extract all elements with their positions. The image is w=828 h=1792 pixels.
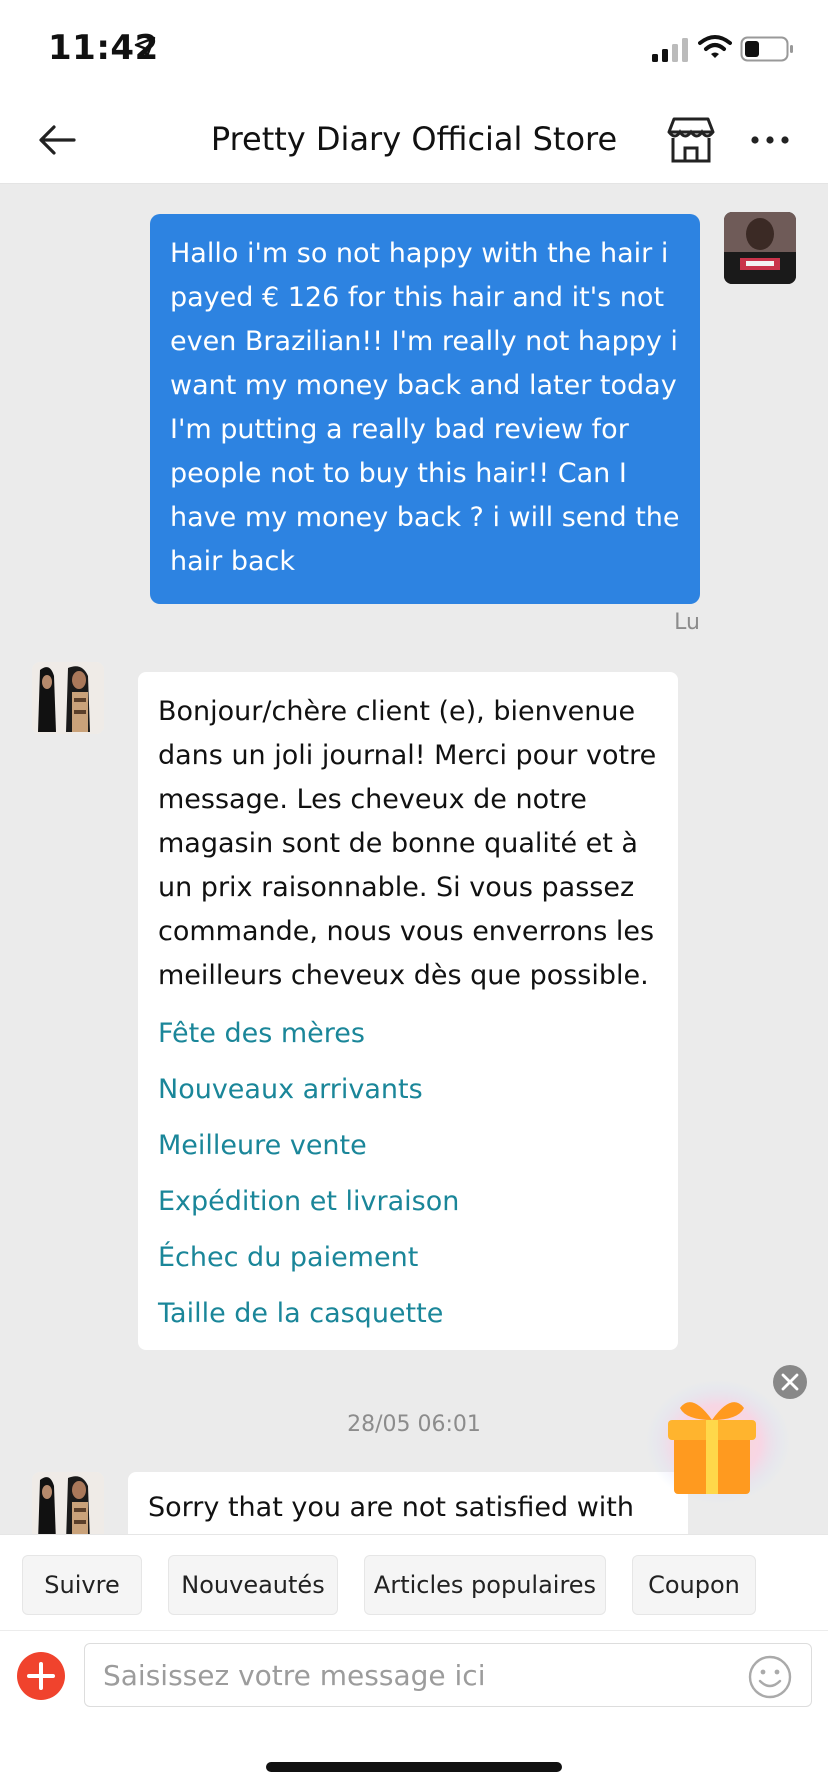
status-bar: 11:42 — [0, 0, 828, 96]
gift-icon[interactable] — [640, 1380, 790, 1510]
back-arrow-icon[interactable] — [36, 118, 80, 162]
store-avatar-image — [32, 1472, 104, 1534]
read-status: Lu — [674, 610, 700, 635]
link-nouveaux-arrivants[interactable]: Nouveaux arrivants — [158, 1062, 658, 1118]
store-reply-message[interactable]: Bonjour/chère client (e), bienvenue dans… — [138, 672, 678, 1350]
store-icon[interactable] — [666, 116, 716, 164]
add-attachment-button[interactable] — [16, 1651, 66, 1701]
location-arrow-icon — [134, 36, 156, 58]
store-reply-text: Bonjour/chère client (e), bienvenue dans… — [158, 696, 657, 991]
store-avatar[interactable] — [32, 662, 104, 734]
link-taille-casquette[interactable]: Taille de la casquette — [158, 1286, 658, 1342]
message-input-bar — [0, 1630, 828, 1722]
outgoing-message[interactable]: Hallo i'm so not happy with the hair i p… — [150, 214, 700, 604]
chat-header: Pretty Diary Official Store — [0, 96, 828, 184]
wifi-icon — [698, 35, 732, 58]
quick-replies: Suivre Nouveautés Articles populaires Co… — [0, 1534, 828, 1630]
emoji-icon[interactable] — [748, 1655, 792, 1699]
page-title: Pretty Diary Official Store — [210, 120, 618, 158]
user-avatar-image — [724, 212, 796, 284]
link-meilleure-vente[interactable]: Meilleure vente — [158, 1118, 658, 1174]
chip-nouveautes[interactable]: Nouveautés — [168, 1555, 338, 1615]
message-input[interactable] — [84, 1643, 812, 1707]
link-expedition-livraison[interactable]: Expédition et livraison — [158, 1174, 658, 1230]
battery-icon — [740, 36, 793, 62]
cellular-signal-icon — [652, 38, 688, 62]
chip-articles-populaires[interactable]: Articles populaires — [364, 1555, 606, 1615]
store-reply-2-text: Sorry that you are not satisfied with ou… — [148, 1492, 634, 1523]
close-icon[interactable] — [772, 1364, 808, 1400]
chip-coupon[interactable]: Coupon — [632, 1555, 756, 1615]
link-fete-des-meres[interactable]: Fête des mères — [158, 1006, 658, 1062]
home-indicator[interactable] — [266, 1762, 562, 1772]
chat-messages[interactable]: Hallo i'm so not happy with the hair i p… — [0, 184, 828, 1534]
chip-suivre[interactable]: Suivre — [22, 1555, 142, 1615]
store-reply-message-2[interactable]: Sorry that you are not satisfied with ou… — [128, 1472, 688, 1534]
store-avatar-image — [32, 662, 104, 734]
home-area — [0, 1722, 828, 1792]
more-icon[interactable] — [750, 132, 790, 148]
link-echec-paiement[interactable]: Échec du paiement — [158, 1230, 658, 1286]
user-avatar[interactable] — [724, 212, 796, 284]
store-avatar[interactable] — [32, 1472, 104, 1534]
